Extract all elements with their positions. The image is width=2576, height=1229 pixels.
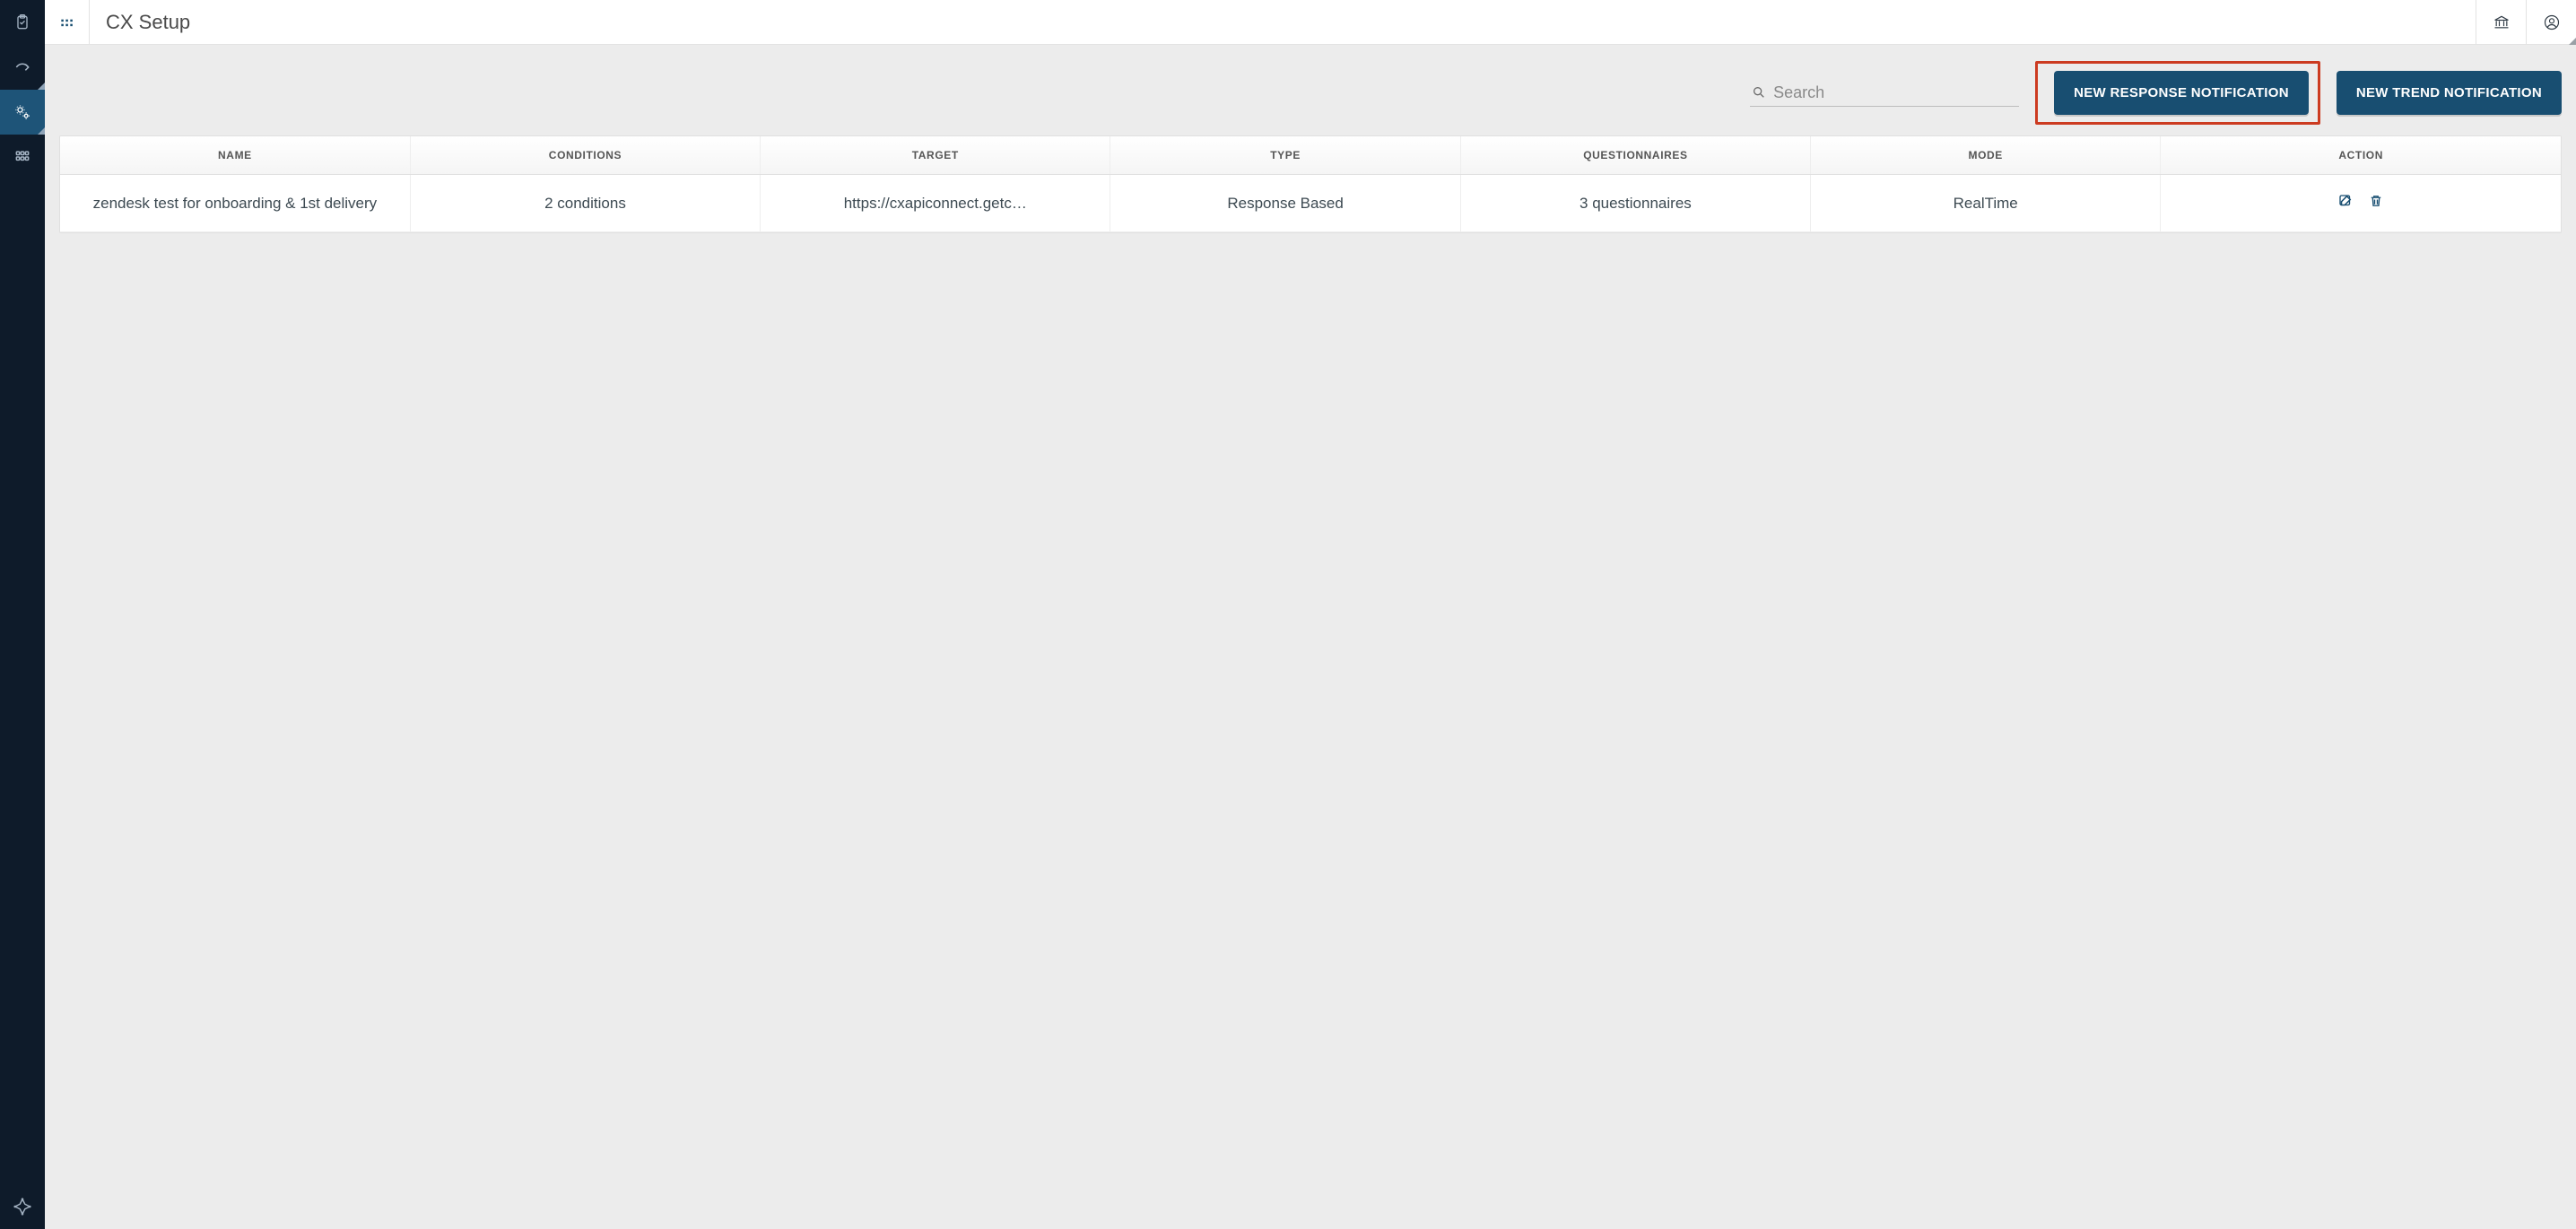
cell-name: zendesk test for onboarding & 1st delive… xyxy=(60,175,410,232)
logo-icon xyxy=(13,1197,32,1216)
sidebar-item-apps[interactable] xyxy=(0,135,45,179)
action-bar: NEW RESPONSE NOTIFICATION NEW TREND NOTI… xyxy=(59,61,2562,125)
grid-dots-icon xyxy=(58,13,76,31)
topbar: CX Setup xyxy=(45,0,2576,45)
new-trend-notification-button[interactable]: NEW TREND NOTIFICATION xyxy=(2337,71,2562,115)
th-type[interactable]: TYPE xyxy=(1110,136,1460,175)
page-title: CX Setup xyxy=(90,11,190,34)
cell-mode: RealTime xyxy=(1811,175,2161,232)
table-header-row: NAME CONDITIONS TARGET TYPE QUESTIONNAIR… xyxy=(60,136,2561,175)
sidebar-item-share[interactable] xyxy=(0,45,45,90)
bank-icon xyxy=(2493,13,2511,31)
sidebar-item-settings[interactable] xyxy=(0,90,45,135)
th-action[interactable]: ACTION xyxy=(2161,136,2561,175)
table-row: zendesk test for onboarding & 1st delive… xyxy=(60,175,2561,232)
clipboard-icon xyxy=(13,13,31,31)
new-response-notification-button[interactable]: NEW RESPONSE NOTIFICATION xyxy=(2054,71,2309,115)
bank-button[interactable] xyxy=(2476,0,2526,45)
app-switcher-button[interactable] xyxy=(45,0,90,45)
share-icon xyxy=(13,58,31,76)
cell-questionnaires: 3 questionnaires xyxy=(1460,175,1810,232)
expand-indicator xyxy=(38,83,45,90)
cell-action xyxy=(2161,175,2561,232)
sidebar-logo[interactable] xyxy=(0,1184,45,1229)
trash-icon[interactable] xyxy=(2368,193,2384,209)
cell-target: https://cxapiconnect.getc… xyxy=(761,175,1110,232)
notifications-table: NAME CONDITIONS TARGET TYPE QUESTIONNAIR… xyxy=(59,135,2562,233)
highlight-annotation: NEW RESPONSE NOTIFICATION xyxy=(2035,61,2320,125)
search-icon xyxy=(1752,85,1766,100)
cell-target-text: https://cxapiconnect.getc… xyxy=(770,195,1101,213)
apps-grid-icon xyxy=(13,148,31,166)
edit-icon[interactable] xyxy=(2337,193,2354,209)
sidebar xyxy=(0,0,45,1229)
expand-indicator xyxy=(2569,38,2576,45)
expand-indicator xyxy=(38,127,45,135)
settings-gear-icon xyxy=(13,103,31,121)
search-input[interactable] xyxy=(1773,83,2017,102)
cell-conditions: 2 conditions xyxy=(410,175,760,232)
user-circle-icon xyxy=(2543,13,2561,31)
sidebar-item-clipboard[interactable] xyxy=(0,0,45,45)
th-target[interactable]: TARGET xyxy=(761,136,1110,175)
user-menu-button[interactable] xyxy=(2526,0,2576,45)
cell-type: Response Based xyxy=(1110,175,1460,232)
search-field[interactable] xyxy=(1750,80,2019,107)
content-area: NEW RESPONSE NOTIFICATION NEW TREND NOTI… xyxy=(45,45,2576,1229)
th-conditions[interactable]: CONDITIONS xyxy=(410,136,760,175)
th-mode[interactable]: MODE xyxy=(1811,136,2161,175)
th-name[interactable]: NAME xyxy=(60,136,410,175)
th-questionnaires[interactable]: QUESTIONNAIRES xyxy=(1460,136,1810,175)
